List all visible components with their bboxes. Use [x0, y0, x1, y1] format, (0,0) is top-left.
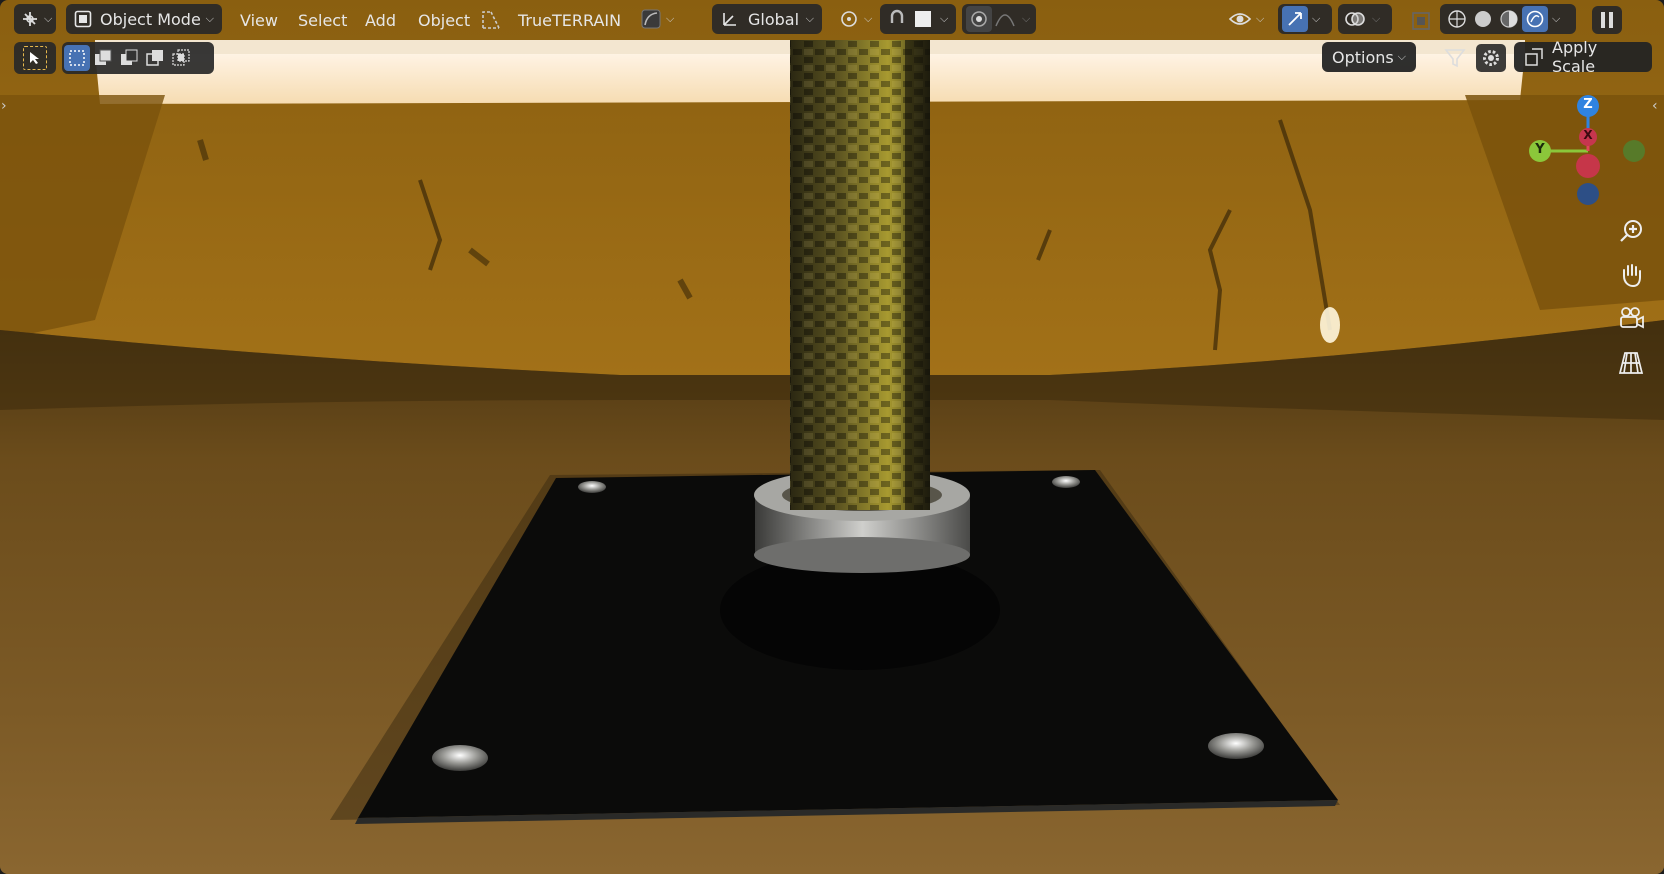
pause-render-icon[interactable] — [1592, 6, 1622, 34]
chevron-down-icon: ⌵ — [1312, 12, 1321, 25]
chevron-down-icon: ⌵ — [205, 12, 214, 25]
neg-x-axis-handle[interactable] — [1576, 154, 1600, 178]
toolbar-expand-icon[interactable]: › — [1, 98, 7, 114]
gizmo-toggle-group[interactable]: ⌵ — [1278, 4, 1332, 34]
gizmo-z-label: Z — [1583, 97, 1593, 112]
eye-icon — [1228, 9, 1252, 29]
camera-icon — [1620, 307, 1644, 329]
chevron-down-icon: ⌵ — [1397, 50, 1406, 63]
perspective-grid-icon — [1618, 352, 1644, 374]
chevron-down-icon: ⌵ — [1022, 12, 1031, 25]
magnet-snap-icon[interactable] — [884, 6, 910, 32]
selection-mode-group — [62, 42, 214, 74]
curve-icon — [640, 8, 662, 30]
gizmo-toggle-icon[interactable] — [1282, 6, 1308, 32]
gizmo-x-label: X — [1583, 128, 1593, 142]
xray-toggle-icon[interactable] — [1408, 8, 1434, 34]
apply-scale-label: Apply Scale — [1552, 38, 1598, 76]
menu-add[interactable]: Add — [359, 6, 402, 34]
material-preview-shading-icon[interactable] — [1496, 6, 1522, 32]
chevron-down-icon: ⌵ — [1372, 12, 1381, 25]
orientation-label: Global — [748, 9, 800, 29]
perspective-toggle-button[interactable] — [1614, 346, 1648, 380]
select-extend-icon[interactable] — [90, 45, 116, 71]
3d-viewport-icon — [20, 9, 40, 29]
chevron-down-icon: ⌵ — [864, 12, 873, 25]
menu-trueterrain[interactable]: TrueTERRAIN — [512, 6, 627, 34]
zoom-button[interactable] — [1614, 214, 1648, 248]
mode-label: Object Mode — [100, 9, 201, 29]
options-dropdown[interactable]: Options ⌵ — [1322, 42, 1416, 72]
select-new-icon[interactable] — [64, 45, 90, 71]
shading-mode-group[interactable]: ⌵ — [1440, 4, 1576, 34]
apply-scale-icon — [1524, 47, 1544, 67]
chevron-down-icon: ⌵ — [1552, 12, 1561, 25]
snapping-group[interactable]: ⌵ — [880, 4, 956, 34]
menu-select[interactable]: Select — [292, 6, 353, 34]
chevron-down-icon: ⌵ — [805, 12, 814, 25]
hand-icon — [1623, 264, 1641, 288]
orientation-axes-icon — [720, 9, 740, 29]
falloff-curve-icon[interactable] — [992, 6, 1018, 32]
select-intersect-icon[interactable] — [168, 45, 194, 71]
proportional-editing-group[interactable]: ⌵ — [962, 4, 1036, 34]
rendered-shading-icon[interactable] — [1522, 6, 1548, 32]
gear-icon[interactable] — [1476, 44, 1506, 72]
menu-view[interactable]: View — [234, 6, 284, 34]
menu-object[interactable]: Object — [412, 6, 476, 34]
neg-y-axis-handle[interactable] — [1623, 140, 1645, 162]
viewport-scene — [0, 0, 1664, 874]
select-subtract-icon[interactable] — [116, 45, 142, 71]
wireframe-shading-icon[interactable] — [1444, 6, 1470, 32]
apply-scale-button[interactable]: Apply Scale — [1514, 38, 1652, 76]
chevron-down-icon: ⌵ — [1256, 12, 1265, 25]
mode-selector[interactable]: Object Mode ⌵ — [66, 4, 222, 34]
overlays-group[interactable]: ⌵ — [1338, 4, 1392, 34]
gizmo-y-label: Y — [1535, 142, 1545, 157]
select-invert-icon[interactable] — [142, 45, 168, 71]
object-mode-icon — [74, 10, 92, 28]
neg-z-axis-handle[interactable] — [1577, 183, 1599, 205]
chevron-down-icon: ⌵ — [666, 12, 675, 25]
chevron-down-icon: ⌵ — [940, 12, 949, 25]
select-cursor-icon[interactable] — [23, 46, 47, 70]
snap-target-selector[interactable]: ⌵ — [636, 4, 682, 34]
editor-type-selector[interactable]: ⌵ — [14, 4, 56, 34]
proportional-editing-icon[interactable] — [966, 6, 992, 32]
pan-button[interactable] — [1614, 258, 1648, 292]
camera-view-button[interactable] — [1614, 302, 1648, 336]
pivot-icon — [838, 8, 860, 30]
terrain-addon-icon — [480, 9, 502, 31]
pivot-point-selector[interactable]: ⌵ — [832, 4, 876, 34]
select-tool-group — [14, 42, 56, 74]
filter-icon[interactable] — [1440, 44, 1470, 72]
zoom-icon — [1620, 220, 1642, 242]
chevron-down-icon: ⌵ — [44, 12, 53, 25]
visibility-selector[interactable]: ⌵ — [1224, 4, 1272, 34]
overlays-icon[interactable] — [1342, 6, 1368, 32]
solid-shading-icon[interactable] — [1470, 6, 1496, 32]
options-label: Options — [1332, 47, 1394, 67]
3d-viewport[interactable]: ⌵ Object Mode ⌵ View Select Add Object T… — [0, 0, 1664, 874]
snap-increment-icon[interactable] — [910, 6, 936, 32]
transform-orientation-selector[interactable]: Global ⌵ — [712, 4, 822, 34]
